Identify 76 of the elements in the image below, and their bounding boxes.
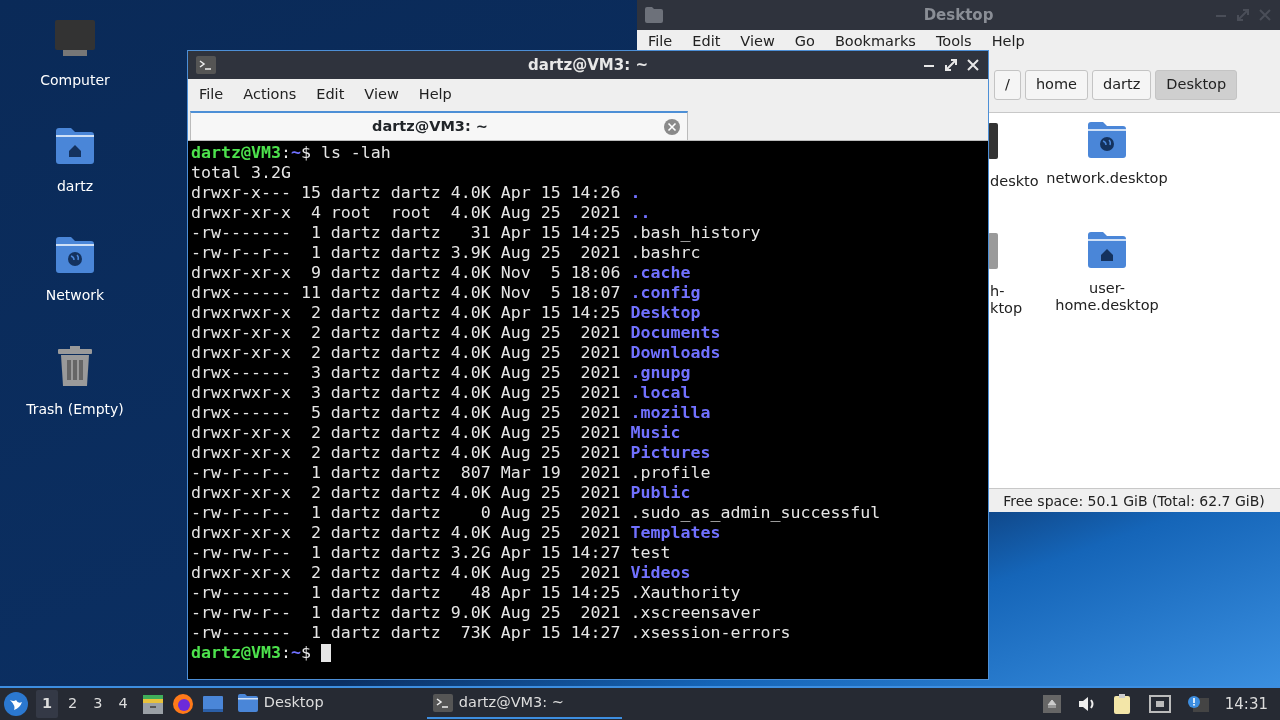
listing-line: -rw-rw-r-- 1 dartz dartz 3.2G Apr 15 14:27 test <box>191 543 671 563</box>
path-button[interactable]: dartz <box>1092 70 1152 100</box>
desktop-icon-label[interactable]: Network <box>45 285 105 306</box>
folder-icon <box>645 7 663 23</box>
listing-line: drwxr-xr-x 4 root root 4.0K Aug 25 2021 .. <box>191 203 651 223</box>
eject-icon[interactable] <box>1042 695 1061 713</box>
listing-line: -rw-r--r-- 1 dartz dartz 0 Aug 25 2021 .sudo_as_admin_successful <box>191 503 881 523</box>
home-folder-icon <box>1087 231 1127 268</box>
listing-line: drwxr-x--- 15 dartz dartz 4.0K Apr 15 14:26 . <box>191 183 641 203</box>
window-title: dartz@VM3: ~ <box>528 55 648 74</box>
menu-item[interactable]: Edit <box>316 86 345 102</box>
listing-line: -rw-r--r-- 1 dartz dartz 807 Mar 19 2021 .profile <box>191 463 711 483</box>
listing-line: drwx------ 3 dartz dartz 4.0K Aug 25 2021 .gnupg <box>191 363 691 383</box>
menu-item[interactable]: View <box>364 86 399 102</box>
file-label[interactable]: h- ktop <box>988 283 1023 317</box>
folder-icon <box>237 694 258 712</box>
path-button[interactable]: / <box>994 70 1021 100</box>
notification-icon[interactable] <box>1186 695 1209 713</box>
file-label[interactable]: network.desktop <box>1046 170 1168 187</box>
clock[interactable]: 14:31 <box>1224 692 1268 716</box>
file-label[interactable]: deskto <box>988 173 1039 190</box>
listing-line: drwx------ 11 dartz dartz 4.0K Nov 5 18:07 .config <box>191 283 701 303</box>
menu-item[interactable]: Help <box>991 33 1025 49</box>
menu-item[interactable]: View <box>740 33 775 49</box>
listing-line: -rw-rw-r-- 1 dartz dartz 9.0K Aug 25 2021 .xscreensaver <box>191 603 761 623</box>
network-icon[interactable] <box>1148 695 1171 713</box>
desktop-icon-label[interactable]: Computer <box>40 70 110 91</box>
file-cabinet-icon[interactable] <box>141 693 164 715</box>
prompt-line: dartz@VM3:~$ <box>191 643 312 663</box>
menu-item[interactable]: Help <box>418 86 452 102</box>
terminal-icon <box>196 56 216 74</box>
listing-line: drwxrwxr-x 3 dartz dartz 4.0K Aug 25 2021 .local <box>191 383 691 403</box>
listing-line: drwxr-xr-x 2 dartz dartz 4.0K Aug 25 2021 Documents <box>191 323 721 343</box>
task-button[interactable]: Desktop <box>231 689 427 719</box>
desktop-icon-label[interactable]: dartz <box>56 176 94 197</box>
menu-item[interactable]: Tools <box>935 33 972 49</box>
listing-line: drwxr-xr-x 2 dartz dartz 4.0K Aug 25 2021 Public <box>191 483 691 503</box>
menu-item[interactable]: Go <box>794 33 815 49</box>
menu-item[interactable]: Bookmarks <box>834 33 916 49</box>
start-menu-icon[interactable] <box>4 692 28 716</box>
listing-line: drwxrwxr-x 2 dartz dartz 4.0K Apr 15 14:25 Desktop <box>191 303 701 323</box>
listing-line: drwx------ 5 dartz dartz 4.0K Aug 25 2021 .mozilla <box>191 403 711 423</box>
menu-item[interactable]: Actions <box>243 86 297 102</box>
workspace-button[interactable]: 3 <box>87 690 109 718</box>
network-folder-icon <box>1087 121 1127 158</box>
prompt-line: dartz@VM3:~$ ls -lah <box>191 143 391 163</box>
path-button[interactable]: home <box>1024 70 1088 100</box>
desktop-icon-label[interactable]: Trash (Empty) <box>26 399 124 420</box>
file-label[interactable]: user- home.desktop <box>1055 280 1159 314</box>
terminal-tab[interactable]: dartz@VM3: ~ <box>190 111 688 141</box>
listing-line: drwxr-xr-x 2 dartz dartz 4.0K Aug 25 2021 Music <box>191 423 681 443</box>
listing-line: drwxr-xr-x 2 dartz dartz 4.0K Aug 25 2021 Pictures <box>191 443 711 463</box>
workspace-button[interactable]: 2 <box>62 690 84 718</box>
window-title: Desktop <box>923 5 994 24</box>
listing-line: drwxr-xr-x 2 dartz dartz 4.0K Aug 25 2021 Videos <box>191 563 691 583</box>
listing-line: drwxr-xr-x 2 dartz dartz 4.0K Aug 25 2021 Downloads <box>191 343 721 363</box>
clipboard-icon[interactable] <box>1112 693 1133 715</box>
window-icon[interactable] <box>201 693 224 715</box>
menu-item[interactable]: Edit <box>692 33 721 49</box>
home-folder-icon <box>55 127 95 164</box>
workspace-button[interactable]: 4 <box>112 690 134 718</box>
listing-line: drwxr-xr-x 9 dartz dartz 4.0K Nov 5 18:06 .cache <box>191 263 691 283</box>
terminal-line: total 3.2G <box>191 163 291 183</box>
browser-icon[interactable] <box>171 693 194 715</box>
workspace-button[interactable]: 1 <box>36 690 59 718</box>
listing-line: -rw-r--r-- 1 dartz dartz 3.9K Aug 25 2021 .bashrc <box>191 243 701 263</box>
task-button[interactable]: dartz@VM3: ~ <box>426 689 622 719</box>
listing-line: drwxr-xr-x 2 dartz dartz 4.0K Aug 25 2021 Templates <box>191 523 721 543</box>
listing-line: -rw------- 1 dartz dartz 31 Apr 15 14:25 .bash_history <box>191 223 761 243</box>
menu-item[interactable]: File <box>199 86 224 102</box>
terminal-icon <box>432 694 453 712</box>
path-button[interactable]: Desktop <box>1155 70 1238 100</box>
menu-item[interactable]: File <box>648 33 673 49</box>
network-folder-icon <box>55 236 95 273</box>
listing-line: -rw------- 1 dartz dartz 73K Apr 15 14:27 .xsession-errors <box>191 623 791 643</box>
listing-line: -rw------- 1 dartz dartz 48 Apr 15 14:25 .Xauthority <box>191 583 741 603</box>
